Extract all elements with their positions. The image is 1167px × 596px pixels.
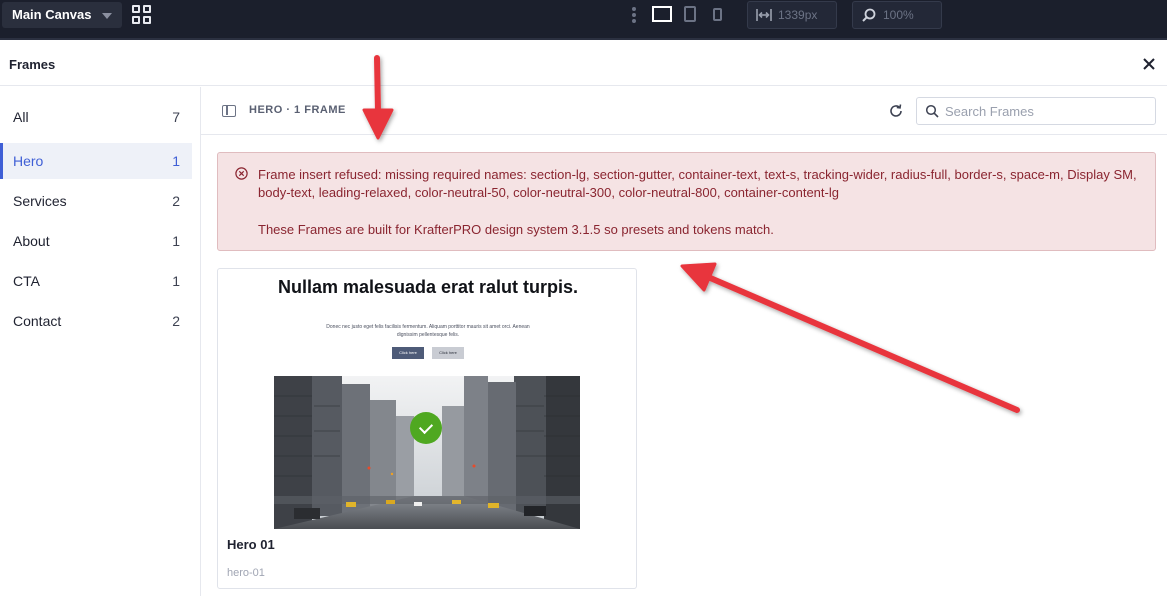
sidebar-item-count: 7 <box>172 109 180 125</box>
frame-slug: hero-01 <box>227 567 265 579</box>
sidebar-item-count: 1 <box>172 273 180 289</box>
tablet-icon[interactable] <box>684 6 696 22</box>
canvas-select[interactable]: Main Canvas <box>2 2 122 28</box>
error-circle-icon <box>235 167 248 180</box>
content-header: HERO · 1 FRAME <box>201 87 1167 135</box>
error-message: Frame insert refused: missing required n… <box>258 167 1137 200</box>
search-box <box>916 97 1156 125</box>
sidebar-item-about[interactable]: About 1 <box>0 223 192 259</box>
sidebar-item-count: 2 <box>172 193 180 209</box>
sidebar-item-cta[interactable]: CTA 1 <box>0 263 192 299</box>
frame-name: Hero 01 <box>227 537 275 552</box>
canvas-select-label: Main Canvas <box>12 7 92 22</box>
desktop-icon[interactable] <box>652 6 672 22</box>
sidebar-item-contact[interactable]: Contact 2 <box>0 303 192 339</box>
category-sidebar: All 7 Hero 1 Services 2 About 1 CTA 1 Co… <box>0 87 201 596</box>
selected-check-icon <box>410 412 442 444</box>
search-input[interactable] <box>945 101 1145 121</box>
canvas-width-field[interactable]: 1339px <box>747 1 837 29</box>
search-icon <box>925 104 939 118</box>
modal-header: Frames <box>0 42 1167 86</box>
close-icon[interactable] <box>1140 55 1158 73</box>
sidebar-item-label: Contact <box>13 313 62 329</box>
sidebar-item-services[interactable]: Services 2 <box>0 183 192 219</box>
sidebar-item-label: About <box>13 233 50 249</box>
chevron-down-icon <box>102 13 112 19</box>
sidebar-item-count: 1 <box>172 233 180 249</box>
sidebar-item-count: 2 <box>172 313 180 329</box>
mobile-icon[interactable] <box>713 8 722 21</box>
annotation-arrow-diagonal <box>680 262 1020 413</box>
sidebar-toggle-icon[interactable] <box>222 105 236 117</box>
refresh-icon[interactable] <box>888 103 904 119</box>
sidebar-item-label: All <box>13 109 29 125</box>
sidebar-item-hero[interactable]: Hero 1 <box>0 143 192 179</box>
frame-preview-image <box>274 376 580 529</box>
frame-preview-secondary-button: Click here <box>432 347 464 359</box>
sidebar-item-count: 1 <box>172 153 180 169</box>
more-vertical-icon[interactable] <box>632 7 636 23</box>
frame-card[interactable]: Nullam malesuada erat ralut turpis. Done… <box>217 268 637 589</box>
error-alert: Frame insert refused: missing required n… <box>217 152 1156 251</box>
sidebar-item-label: Services <box>13 193 67 209</box>
width-arrows-icon <box>756 9 772 21</box>
sidebar-item-label: Hero <box>13 153 44 169</box>
error-note: These Frames are built for KrafterPRO de… <box>258 222 774 237</box>
frame-preview-primary-button: Click here <box>392 347 424 359</box>
frame-preview-body: Donec nec justo eget felis facilisis fer… <box>326 324 530 338</box>
zoom-value: 100% <box>883 8 914 22</box>
canvas-width-value: 1339px <box>778 8 818 22</box>
sidebar-item-label: CTA <box>13 273 40 289</box>
top-toolbar: Main Canvas 1339px 100% <box>0 0 1167 40</box>
modal-title: Frames <box>9 57 56 72</box>
zoom-icon <box>862 8 876 22</box>
grid-icon[interactable] <box>132 5 152 25</box>
zoom-field[interactable]: 100% <box>852 1 942 29</box>
frame-preview-title: Nullam malesuada erat ralut turpis. <box>277 277 579 297</box>
breadcrumb: HERO · 1 FRAME <box>249 104 346 116</box>
sidebar-item-all[interactable]: All 7 <box>0 99 192 135</box>
